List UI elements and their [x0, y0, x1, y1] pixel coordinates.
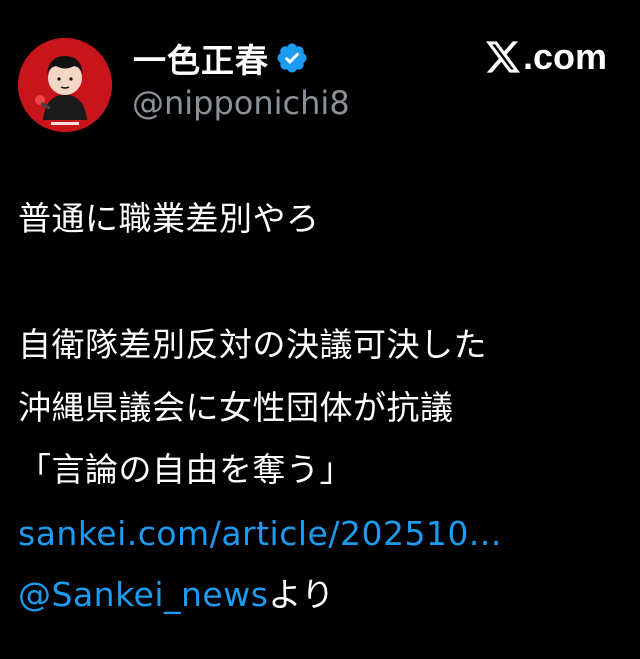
x-com-label: .com: [522, 36, 607, 77]
x-com-logo[interactable]: .com: [485, 36, 607, 78]
tweet-card: 一色正春 @nipponichi8 .com 普通に職業差別やろ 自衛隊差別反対…: [0, 0, 640, 659]
user-handle[interactable]: @nipponichi8: [132, 84, 350, 122]
verified-badge-icon: [277, 43, 307, 73]
article-link[interactable]: sankei.com/article/202510...: [18, 514, 502, 553]
display-name[interactable]: 一色正春: [133, 34, 269, 82]
avatar-icon[interactable]: [18, 38, 112, 132]
mention-suffix: より: [268, 575, 335, 614]
tweet-text-line-1: 普通に職業差別やろ: [18, 199, 320, 238]
x-logo-icon: [485, 41, 520, 73]
display-name-row[interactable]: 一色正春: [133, 36, 309, 80]
tweet-text-line-4: 「言論の自由を奪う」: [18, 450, 353, 489]
mention-link[interactable]: @Sankei_news: [18, 575, 268, 614]
tweet-link-line: sankei.com/article/202510...: [18, 514, 502, 554]
tweet-text-line-2: 自衛隊差別反対の決議可決した: [18, 325, 487, 364]
tweet-text-line-3: 沖縄県議会に女性団体が抗議: [18, 388, 454, 427]
tweet-mention-line: @Sankei_newsより: [18, 575, 335, 615]
